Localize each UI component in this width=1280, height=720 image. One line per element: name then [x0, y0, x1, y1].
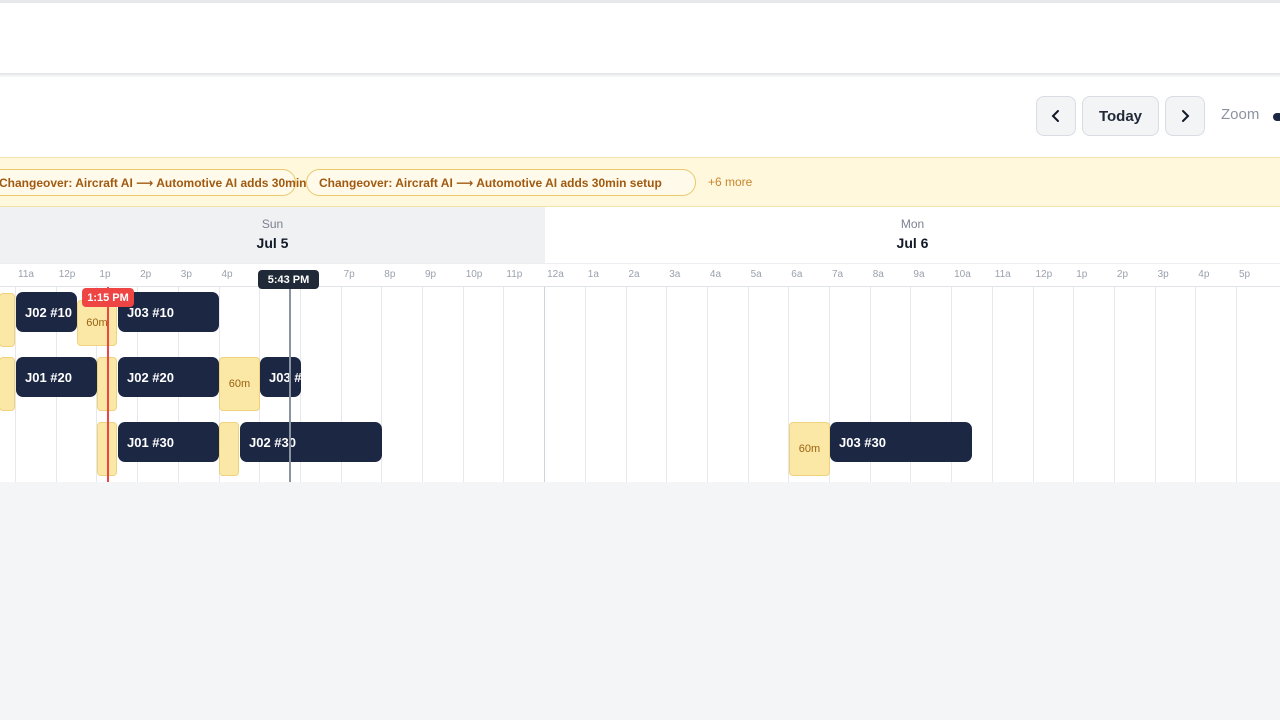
- hour-tick-label: 11a: [18, 269, 34, 280]
- hover-time-badge: 5:43 PM: [258, 270, 319, 289]
- zoom-label: Zoom: [1221, 106, 1260, 123]
- hour-tick-label: 11p: [506, 269, 523, 280]
- hour-tick-label: 2p: [1116, 269, 1129, 280]
- grid-line: [1195, 287, 1197, 482]
- grid-line: [422, 287, 423, 482]
- day-weekday: Sun: [261, 217, 284, 231]
- grid-line: [584, 287, 586, 482]
- hour-tick-label: 2p: [140, 269, 152, 280]
- grid-line: [1113, 287, 1115, 482]
- grid-line: [503, 287, 505, 482]
- job-block[interactable]: J02 #30: [240, 422, 382, 462]
- hour-tick-label: 6a: [791, 269, 803, 280]
- hour-tick-label: 4a: [709, 269, 722, 280]
- setup-block: 60m: [219, 357, 260, 411]
- hour-tick-label: 12p: [1035, 269, 1053, 280]
- hour-tick-label: 5p: [1239, 269, 1251, 280]
- grid-line: [1236, 287, 1237, 482]
- changeover-alert-banner: Changeover: Aircraft AI ⟶ Automotive AI …: [0, 157, 1280, 207]
- hour-tick-label: 2a: [628, 269, 640, 280]
- hour-tick-label: 1p: [1076, 269, 1088, 280]
- hour-tick-label: 5a: [750, 269, 762, 280]
- hour-tick-label: 4p: [1198, 269, 1210, 280]
- grid-line: [544, 287, 546, 482]
- hour-tick-label: 3a: [669, 269, 681, 280]
- top-header-bar: [0, 0, 1280, 75]
- hour-tick-label: 10p: [465, 269, 483, 280]
- today-button[interactable]: Today: [1082, 96, 1159, 136]
- grid-line: [1154, 287, 1156, 482]
- day-header-mon: Mon Jul 6: [545, 207, 1280, 263]
- hour-tick-label: 8a: [872, 269, 884, 280]
- hour-tick-label: 9a: [913, 269, 925, 280]
- day-header-sun: Sun Jul 5: [0, 207, 545, 263]
- chevron-left-icon: [1051, 110, 1059, 122]
- grid-line: [625, 287, 627, 482]
- job-block[interactable]: J01 #20: [16, 357, 97, 397]
- grid-line: [747, 287, 749, 482]
- grid-line: [1073, 287, 1075, 482]
- hour-tick-label: 1p: [99, 269, 111, 280]
- setup-block: [219, 422, 239, 476]
- grid-line: [666, 287, 668, 482]
- job-block[interactable]: J01 #30: [118, 422, 219, 462]
- hour-ruler: 11a12p1p2p3p4p5p6p7p8p9p10p11p12a1a2a3a4…: [0, 263, 1280, 287]
- hour-tick-label: 8p: [384, 269, 396, 280]
- grid-line: [706, 287, 708, 482]
- hour-tick-label: 12a: [547, 269, 564, 280]
- day-date: Jul 6: [896, 235, 929, 251]
- setup-block: [0, 293, 15, 347]
- hour-tick-label: 3p: [180, 269, 192, 280]
- grid-line: [462, 287, 464, 482]
- hour-tick-label: 11a: [994, 269, 1011, 280]
- changeover-pill[interactable]: Changeover: Aircraft AI ⟶ Automotive AI …: [306, 169, 696, 196]
- changeover-pill[interactable]: Changeover: Aircraft AI ⟶ Automotive AI …: [0, 169, 342, 196]
- hour-tick-label: 1a: [587, 269, 599, 280]
- previous-button[interactable]: [1036, 96, 1076, 136]
- day-date: Jul 5: [256, 235, 289, 251]
- hover-cursor-line: [289, 287, 291, 482]
- job-block[interactable]: J03 #30: [830, 422, 972, 462]
- hour-tick-label: 10a: [954, 269, 971, 280]
- schedule-toolbar: Today Zoom: [0, 77, 1280, 157]
- hour-tick-label: 4p: [221, 269, 233, 280]
- zoom-slider-handle[interactable]: [1273, 113, 1280, 121]
- hour-tick-label: 12p: [58, 269, 76, 280]
- grid-line: [991, 287, 993, 482]
- setup-block: 60m: [789, 422, 830, 476]
- chevron-right-icon: [1182, 110, 1190, 122]
- grid-line: [1032, 287, 1034, 482]
- next-button[interactable]: [1165, 96, 1205, 136]
- setup-block: [0, 357, 15, 411]
- job-block[interactable]: J03 #20: [260, 357, 301, 397]
- current-time-badge: 1:15 PM: [82, 288, 134, 307]
- more-changeovers-link[interactable]: +6 more: [708, 175, 752, 189]
- job-block[interactable]: J02 #20: [118, 357, 219, 397]
- hour-tick-label: 9p: [425, 269, 437, 280]
- hour-tick-label: 3p: [1157, 269, 1169, 280]
- hour-tick-label: 7p: [343, 269, 355, 280]
- current-time-line: [107, 287, 109, 482]
- hour-tick-label: 7a: [832, 269, 844, 280]
- day-weekday: Mon: [900, 217, 925, 231]
- job-block[interactable]: J02 #10: [16, 292, 77, 332]
